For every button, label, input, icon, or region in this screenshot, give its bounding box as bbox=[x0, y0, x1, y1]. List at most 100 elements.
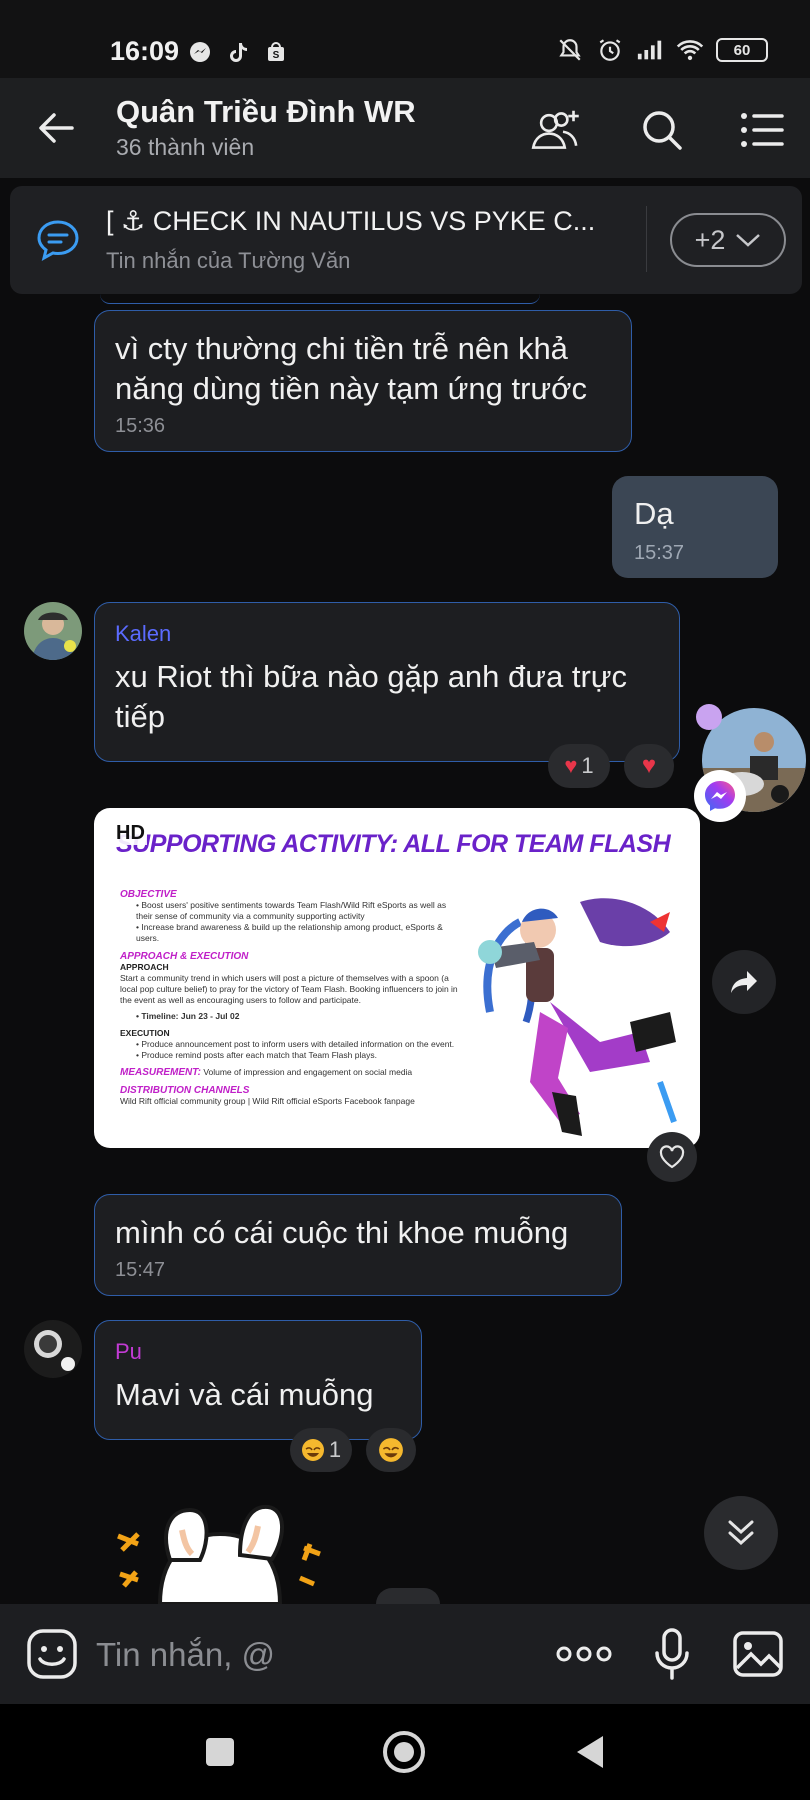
reaction-count: 1 bbox=[328, 1437, 342, 1462]
slide-heading: MEASUREMENT: bbox=[120, 1067, 201, 1078]
message-bubble[interactable]: Kalen xu Riot thì bữa nào gặp anh đưa tr… bbox=[94, 602, 680, 762]
heart-icon: ♥ bbox=[641, 752, 657, 779]
slide-text: Produce remind posts after each match th… bbox=[141, 1050, 377, 1060]
home-button[interactable] bbox=[376, 1724, 432, 1780]
double-chevron-down-icon bbox=[728, 1520, 754, 1546]
image-attachment[interactable]: SUPPORTING ACTIVITY: ALL FOR TEAM FLASH … bbox=[94, 808, 700, 1148]
message-bubble[interactable]: Pu Mavi và cái muỗng bbox=[94, 1320, 422, 1440]
slide-text: Volume of impression and engagement on s… bbox=[203, 1067, 413, 1077]
pinned-subtitle: Tin nhắn của Tường Văn bbox=[106, 248, 351, 273]
forward-icon bbox=[731, 971, 757, 993]
slide-bullet: • Timeline: Jun 23 - Jul 02 bbox=[136, 1011, 240, 1021]
slide-heading: APPROACH & EXECUTION bbox=[120, 951, 249, 962]
avatar-pu[interactable] bbox=[24, 1320, 82, 1378]
pinned-more-label: +2 bbox=[694, 224, 726, 255]
wifi-icon bbox=[676, 36, 704, 64]
sticker-bubble-edge bbox=[376, 1588, 440, 1604]
image-picker-button[interactable] bbox=[730, 1626, 786, 1682]
back-arrow-icon bbox=[39, 113, 74, 143]
signal-icon bbox=[636, 36, 664, 64]
home-icon bbox=[383, 1731, 425, 1773]
messenger-badge bbox=[694, 770, 746, 822]
slide-text: Produce announcement post to inform user… bbox=[141, 1039, 455, 1049]
add-member-button[interactable] bbox=[528, 102, 584, 158]
recents-button[interactable] bbox=[192, 1724, 248, 1780]
search-icon bbox=[643, 111, 682, 150]
member-count[interactable]: 36 thành viên bbox=[116, 134, 254, 161]
react-button[interactable] bbox=[366, 1428, 416, 1472]
messenger-icon bbox=[705, 781, 735, 811]
message-bubble[interactable]: vì cty thường chi tiền trễ nên khả năng … bbox=[94, 310, 632, 452]
slide-subheading: APPROACH bbox=[120, 962, 169, 972]
recents-icon bbox=[206, 1738, 234, 1766]
reaction-summary[interactable]: 1 bbox=[290, 1428, 352, 1472]
status-bar: 16:09 S 60 bbox=[0, 0, 810, 78]
slide-bullet: • Produce announcement post to inform us… bbox=[136, 1039, 455, 1049]
notification-icons: S bbox=[186, 38, 290, 66]
slide-bullet: • Boost users' positive sentiments towar… bbox=[136, 900, 447, 921]
nav-back-button[interactable] bbox=[562, 1724, 618, 1780]
system-nav-bar bbox=[0, 1704, 810, 1800]
scroll-to-bottom-button[interactable] bbox=[704, 1496, 778, 1570]
alarm-icon bbox=[596, 36, 624, 64]
pinned-title: [ ⚓ CHECK IN NAUTILUS VS PYKE C... bbox=[106, 206, 596, 236]
messenger-icon bbox=[186, 38, 214, 66]
message-text: vì cty thường chi tiền trễ nên khả năng … bbox=[115, 331, 587, 406]
pinned-chat-icon bbox=[34, 216, 82, 264]
message-text: Mavi và cái muỗng bbox=[115, 1377, 374, 1412]
group-name[interactable]: Quân Triều Đình WR bbox=[116, 94, 416, 130]
my-message-bubble[interactable]: Dạ 15:37 bbox=[612, 476, 778, 578]
more-options-button[interactable] bbox=[556, 1626, 612, 1682]
chevron-down-icon bbox=[736, 234, 761, 247]
heart-icon: ♥ bbox=[564, 753, 578, 778]
image-icon bbox=[733, 1631, 783, 1677]
react-button[interactable]: ♥ bbox=[624, 744, 674, 788]
character-illustration bbox=[460, 882, 694, 1142]
slide-body: OBJECTIVE • Boost users' positive sentim… bbox=[120, 882, 460, 1107]
avatar-kalen[interactable] bbox=[24, 602, 82, 660]
microphone-icon bbox=[655, 1628, 689, 1680]
back-button[interactable] bbox=[34, 106, 78, 150]
slide-bullet: • Increase brand awareness & build up th… bbox=[136, 922, 443, 943]
tiktok-icon bbox=[224, 38, 252, 66]
mute-bell-icon bbox=[556, 36, 584, 64]
slide-text: Start a community trend in which users w… bbox=[120, 973, 458, 1005]
reaction-summary[interactable]: ♥ 1 bbox=[548, 744, 610, 788]
search-button[interactable] bbox=[634, 102, 690, 158]
sticker-message[interactable] bbox=[110, 1500, 360, 1604]
shopee-icon: S bbox=[262, 38, 290, 66]
slide-bullet: • Produce remind posts after each match … bbox=[136, 1050, 377, 1060]
back-icon bbox=[577, 1736, 603, 1768]
message-input[interactable]: Tin nhắn, @ bbox=[96, 1636, 275, 1674]
sticker-button[interactable] bbox=[24, 1626, 80, 1682]
slide-text: Timeline: Jun 23 - Jul 02 bbox=[141, 1011, 240, 1021]
message-text: xu Riot thì bữa nào gặp anh đưa trực tiế… bbox=[115, 659, 628, 734]
message-composer: Tin nhắn, @ bbox=[0, 1604, 810, 1704]
sender-name[interactable]: Pu bbox=[115, 1339, 401, 1365]
status-time: 16:09 bbox=[110, 36, 180, 66]
slide-measurement: MEASUREMENT: Volume of impression and en… bbox=[120, 1067, 460, 1078]
sender-name[interactable]: Kalen bbox=[115, 621, 659, 647]
message-time: 15:47 bbox=[115, 1259, 166, 1281]
menu-button[interactable] bbox=[734, 102, 790, 158]
pinned-message-bar[interactable]: [ ⚓ CHECK IN NAUTILUS VS PYKE C... Tin n… bbox=[10, 186, 802, 294]
system-icons: 60 bbox=[556, 36, 768, 64]
message-bubble[interactable]: mình có cái cuộc thi khoe muỗng 15:47 bbox=[94, 1194, 622, 1296]
pinned-more-button[interactable]: +2 bbox=[670, 213, 786, 267]
laugh-emoji-icon bbox=[378, 1437, 404, 1463]
svg-text:S: S bbox=[273, 50, 280, 61]
react-heart-button[interactable] bbox=[647, 1132, 697, 1182]
divider bbox=[646, 206, 647, 272]
battery-icon: 60 bbox=[716, 38, 768, 62]
slide-subheading: EXECUTION bbox=[120, 1028, 170, 1038]
slide-heading: OBJECTIVE bbox=[120, 889, 177, 900]
previous-bubble-edge bbox=[100, 294, 540, 304]
voice-button[interactable] bbox=[644, 1626, 700, 1682]
message-text: Dạ bbox=[634, 496, 674, 531]
forward-button[interactable] bbox=[712, 950, 776, 1014]
add-member-icon bbox=[531, 110, 579, 149]
menu-icon bbox=[741, 113, 784, 147]
slide-heading: DISTRIBUTION CHANNELS bbox=[120, 1085, 250, 1096]
reaction-count: 1 bbox=[581, 753, 594, 778]
more-icon bbox=[556, 1646, 612, 1662]
